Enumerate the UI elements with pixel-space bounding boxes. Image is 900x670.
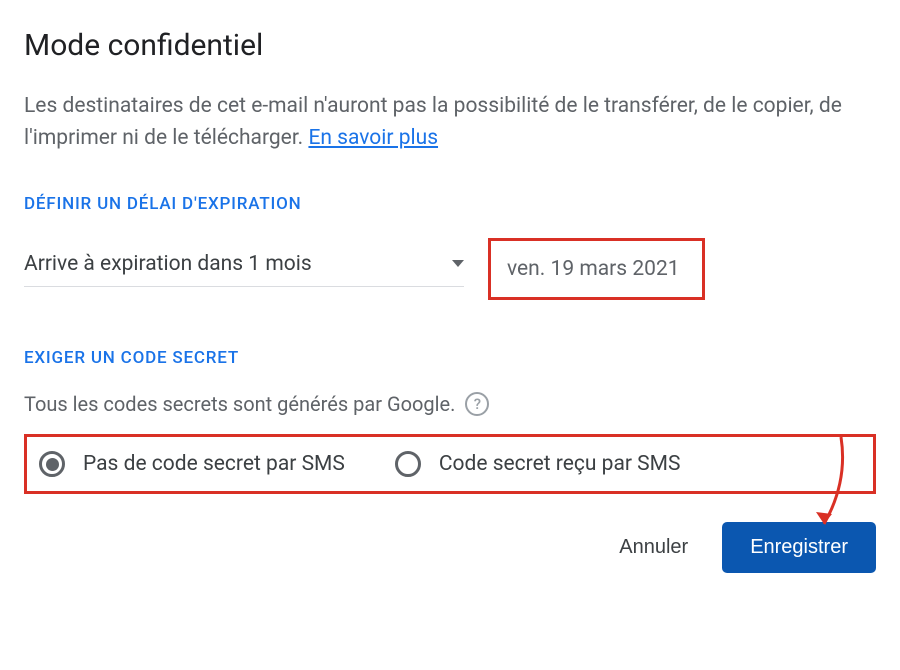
- radio-no-sms-passcode[interactable]: Pas de code secret par SMS: [39, 451, 345, 477]
- dialog-title: Mode confidentiel: [24, 28, 876, 63]
- save-button[interactable]: Enregistrer: [722, 522, 876, 573]
- radio-label: Pas de code secret par SMS: [83, 452, 345, 476]
- expiration-dropdown-value: Arrive à expiration dans 1 mois: [24, 252, 312, 276]
- passcode-subtext: Tous les codes secrets sont générés par …: [24, 392, 455, 416]
- radio-icon: [395, 451, 421, 477]
- dialog-description: Les destinataires de cet e-mail n'auront…: [24, 91, 876, 154]
- radio-label: Code secret reçu par SMS: [439, 452, 681, 476]
- help-icon[interactable]: ?: [465, 392, 489, 416]
- passcode-subtext-row: Tous les codes secrets sont générés par …: [24, 392, 876, 416]
- radio-icon: [39, 451, 65, 477]
- passcode-radio-group: Pas de code secret par SMS Code secret r…: [24, 434, 876, 494]
- expiration-section-label: DÉFINIR UN DÉLAI D'EXPIRATION: [24, 194, 876, 214]
- passcode-section-label: EXIGER UN CODE SECRET: [24, 348, 876, 368]
- radio-sms-passcode[interactable]: Code secret reçu par SMS: [395, 451, 681, 477]
- chevron-down-icon: [452, 260, 464, 267]
- cancel-button[interactable]: Annuler: [611, 526, 696, 569]
- expiration-dropdown[interactable]: Arrive à expiration dans 1 mois: [24, 252, 464, 287]
- expiration-row: Arrive à expiration dans 1 mois ven. 19 …: [24, 238, 876, 300]
- expiration-date-display: ven. 19 mars 2021: [488, 238, 705, 300]
- learn-more-link[interactable]: En savoir plus: [308, 126, 438, 150]
- dialog-button-row: Annuler Enregistrer: [24, 522, 876, 573]
